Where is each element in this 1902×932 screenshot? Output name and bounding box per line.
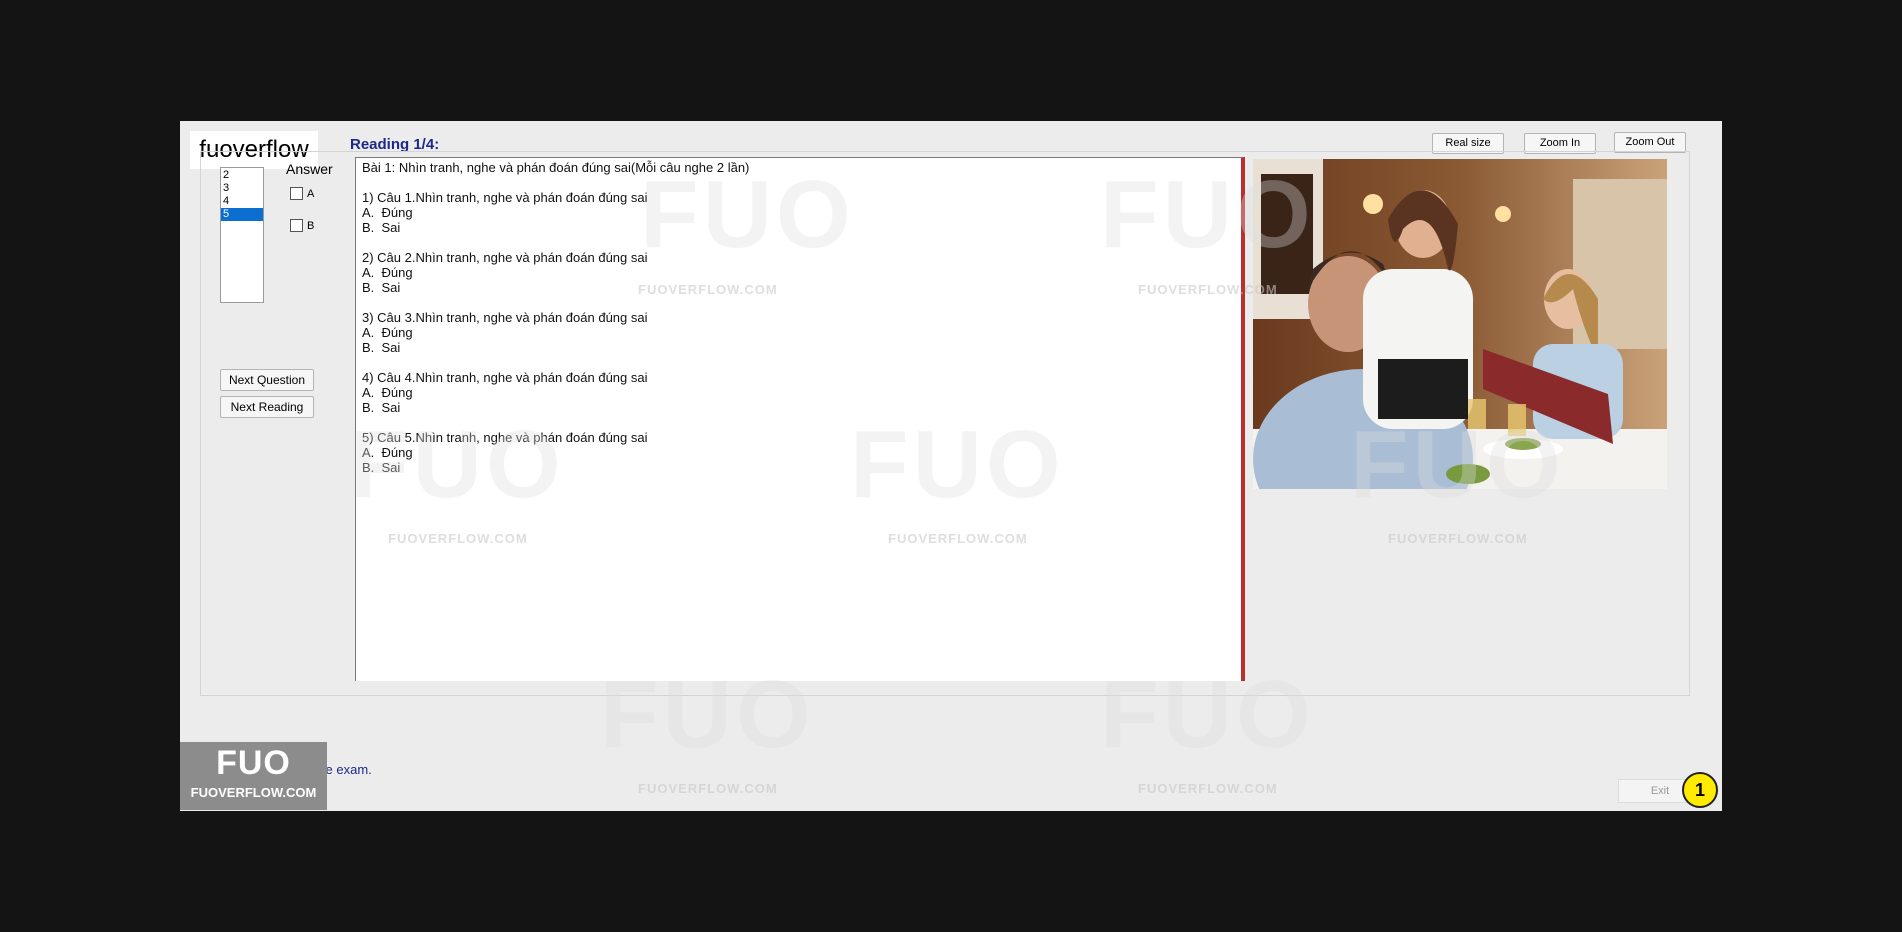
reading-line	[362, 235, 1235, 250]
reading-line: A. Đúng	[362, 445, 413, 460]
reading-text-pane[interactable]: Bài 1: Nhìn tranh, nghe và phán đoán đún…	[355, 157, 1245, 681]
reading-line: 4) Câu 4.Nhìn tranh, nghe và phán đoán đ…	[362, 370, 648, 385]
reading-line: 5) Câu 5.Nhìn tranh, nghe và phán đoán đ…	[362, 430, 648, 445]
reading-line	[362, 415, 1235, 430]
reading-line	[362, 175, 1235, 190]
reading-line	[362, 355, 1235, 370]
reading-line: B. Sai	[362, 280, 401, 295]
zoom-out-button[interactable]: Zoom Out	[1614, 132, 1686, 153]
reading-line: B. Sai	[362, 220, 401, 235]
step-number-badge: 1	[1682, 772, 1718, 808]
reading-line: A. Đúng	[362, 385, 413, 400]
fuo-logo-text: FUO	[216, 744, 291, 782]
reading-line: B. Sai	[362, 460, 401, 475]
reading-photo	[1253, 159, 1667, 489]
reading-line: 1) Câu 1.Nhìn tranh, nghe và phán đoán đ…	[362, 190, 648, 205]
reading-line: Bài 1: Nhìn tranh, nghe và phán đoán đún…	[362, 160, 750, 175]
fuo-site-text: FUOVERFLOW.COM	[190, 785, 317, 800]
restaurant-scene-image	[1253, 159, 1667, 489]
reading-line: A. Đúng	[362, 205, 413, 220]
reading-line: 2) Câu 2.Nhìn tranh, nghe và phán đoán đ…	[362, 250, 648, 265]
reading-line: A. Đúng	[362, 265, 413, 280]
fuo-logo-badge: FUO FUOVERFLOW.COM	[180, 742, 327, 810]
reading-line: A. Đúng	[362, 325, 413, 340]
reading-line	[362, 295, 1235, 310]
exam-window: fuoverflow 2 3 4 5 Answer A B Next Quest…	[180, 121, 1722, 811]
reading-line: 3) Câu 3.Nhìn tranh, nghe và phán đoán đ…	[362, 310, 648, 325]
reading-line: B. Sai	[362, 400, 401, 415]
reading-line: B. Sai	[362, 340, 401, 355]
